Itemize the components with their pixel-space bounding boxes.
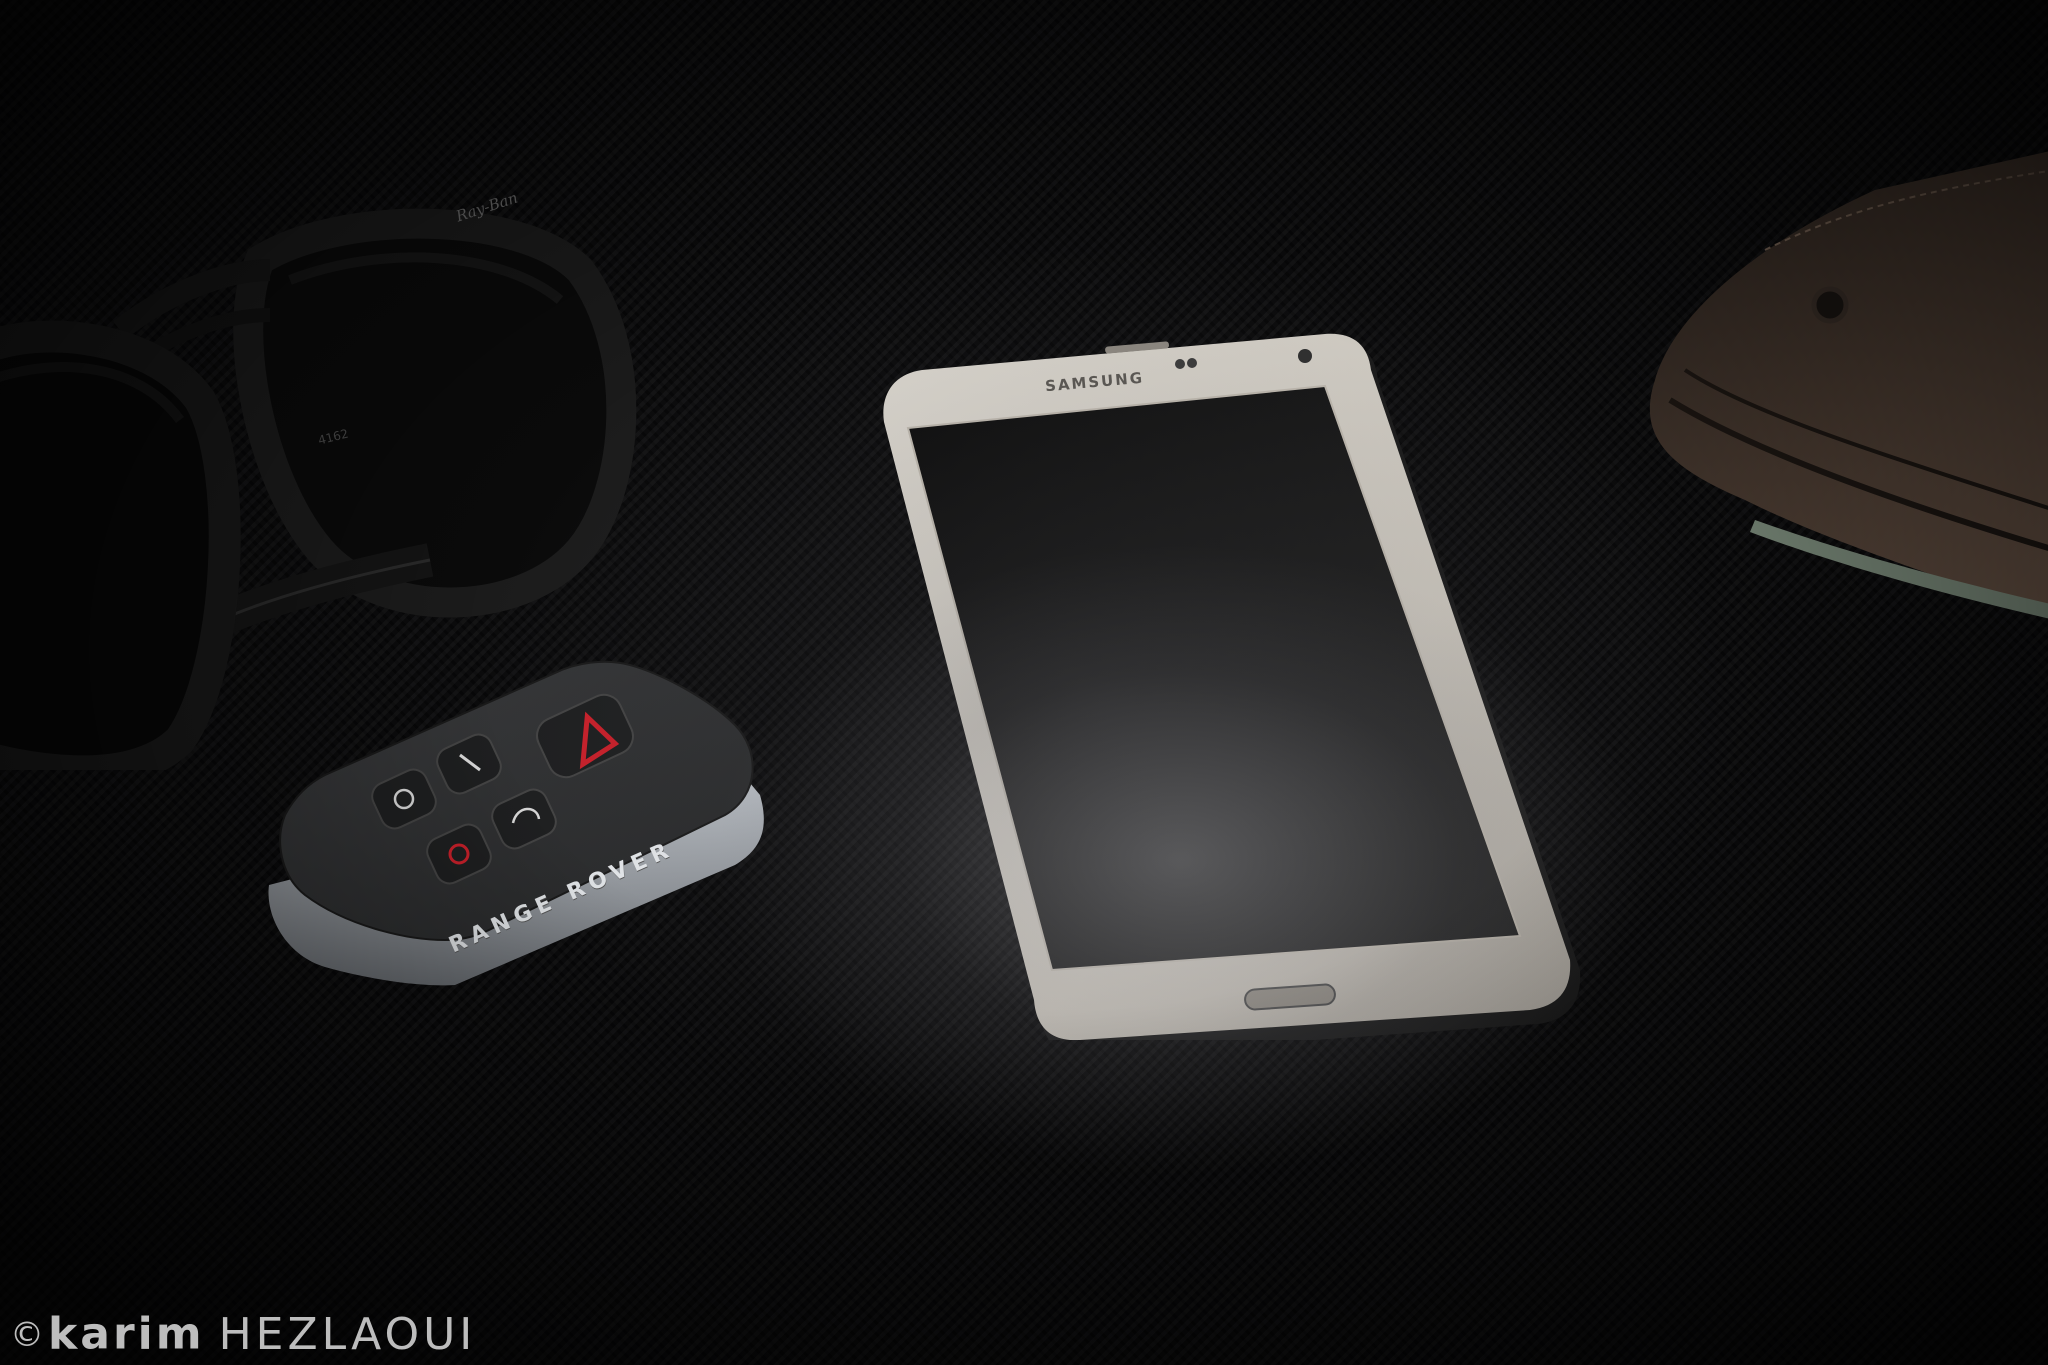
copyright-symbol: © [10,1314,44,1355]
watermark-last-name: HEZLAOUI [218,1308,477,1360]
wallet [1595,150,2048,670]
watermark-first-name: karim [48,1308,205,1360]
photographer-watermark: ©karim HEZLAOUI [10,1306,476,1362]
smartphone [870,320,1590,1040]
key-fob [255,655,775,1015]
photo-scene: Ray-Ban 4162 SAMSUNG RANGE ROVER ©karim … [0,0,2048,1365]
